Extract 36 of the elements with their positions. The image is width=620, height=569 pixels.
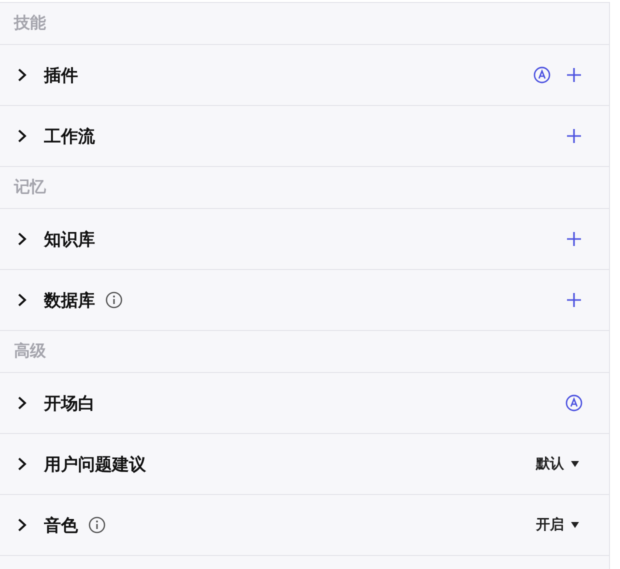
- add-icon[interactable]: [565, 66, 583, 84]
- chevron-icon[interactable]: [16, 68, 28, 82]
- row-label: 用户问题建议: [44, 454, 146, 476]
- settings-row[interactable]: 数据库: [0, 270, 609, 331]
- voice-dropdown[interactable]: 默认: [536, 455, 579, 473]
- section-header: 高级: [0, 331, 609, 373]
- section-header: 技能: [0, 3, 609, 45]
- settings-row[interactable]: 用户问题建议 默认: [0, 434, 609, 495]
- info-icon[interactable]: [105, 291, 123, 309]
- section-header: 记忆: [0, 167, 609, 209]
- chevron-icon[interactable]: [16, 396, 28, 410]
- chevron-icon[interactable]: [16, 457, 28, 471]
- chevron-icon[interactable]: [16, 232, 28, 246]
- settings-row[interactable]: 插件: [0, 45, 609, 106]
- row-label: 插件: [44, 64, 78, 86]
- row-label: 开场白: [44, 392, 95, 414]
- caret-icon: [571, 461, 579, 467]
- settings-row[interactable]: 知识库: [0, 209, 609, 270]
- auto-icon[interactable]: [565, 394, 583, 412]
- settings-row[interactable]: 工作流: [0, 106, 609, 167]
- voice-dropdown[interactable]: 开启: [536, 516, 579, 534]
- info-icon[interactable]: [88, 516, 106, 534]
- row-label: 知识库: [44, 228, 95, 250]
- chevron-icon[interactable]: [16, 129, 28, 143]
- row-label: 工作流: [44, 126, 95, 148]
- row-label: 数据库: [44, 290, 95, 312]
- settings-row[interactable]: 开场白: [0, 373, 609, 434]
- settings-row[interactable]: 音色 开启: [0, 495, 609, 556]
- add-icon[interactable]: [565, 291, 583, 309]
- row-label: 音色: [44, 514, 78, 536]
- chevron-icon[interactable]: [16, 293, 28, 307]
- chevron-icon[interactable]: [16, 518, 28, 532]
- add-icon[interactable]: [565, 230, 583, 248]
- auto-icon[interactable]: [533, 66, 551, 84]
- caret-icon: [571, 522, 579, 528]
- add-icon[interactable]: [565, 127, 583, 145]
